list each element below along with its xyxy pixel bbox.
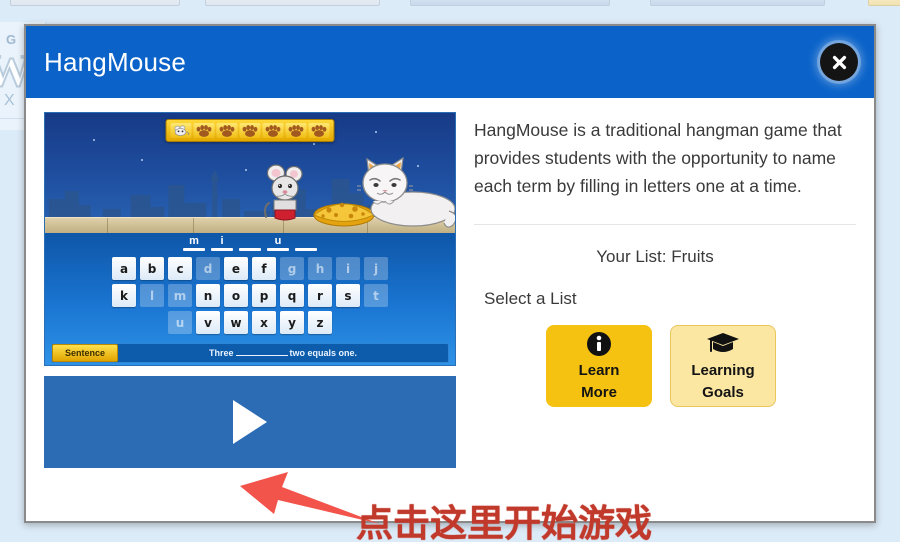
background-card: [650, 0, 825, 6]
learning-goals-line2: Goals: [702, 384, 744, 401]
word-slot: u: [267, 235, 289, 251]
paw-icon: [285, 123, 307, 138]
modal-body: mi u abcdefghijklmnopqrstuvwxyz Sentence…: [26, 98, 874, 521]
key-l[interactable]: l: [140, 284, 164, 307]
paw-icon: [193, 123, 215, 138]
key-r[interactable]: r: [308, 284, 332, 307]
sentence-text: Three two equals one.: [118, 348, 448, 358]
key-s[interactable]: s: [336, 284, 360, 307]
left-column: mi u abcdefghijklmnopqrstuvwxyz Sentence…: [44, 112, 456, 521]
key-v[interactable]: v: [196, 311, 220, 334]
graduation-cap-icon: [706, 330, 740, 358]
key-x[interactable]: x: [252, 311, 276, 334]
key-e[interactable]: e: [224, 257, 248, 280]
keyboard-row: uvwxyz: [45, 311, 455, 334]
keyboard-row: klmnopqrst: [45, 284, 455, 307]
key-z[interactable]: z: [308, 311, 332, 334]
paw-icon: [308, 123, 330, 138]
sentence-blank: [235, 348, 288, 356]
cat-character-icon: [357, 157, 455, 228]
sentence-button[interactable]: Sentence: [52, 344, 118, 362]
sentence-bar: Sentence Three two equals one.: [51, 343, 449, 363]
word-slot: m: [183, 235, 205, 251]
key-t[interactable]: t: [364, 284, 388, 307]
screen: G W X HangMouse: [0, 0, 900, 542]
mouse-character-icon: [264, 164, 303, 221]
key-q[interactable]: q: [280, 284, 304, 307]
key-y[interactable]: y: [280, 311, 304, 334]
right-column: HangMouse is a traditional hangman game …: [474, 112, 856, 521]
paw-icon: [262, 123, 284, 138]
sentence-suffix: two equals one.: [289, 348, 358, 358]
select-a-list-link[interactable]: Select a List: [474, 289, 856, 309]
background-card: [410, 0, 610, 6]
key-g[interactable]: g: [280, 257, 304, 280]
mouse-icon: [170, 123, 192, 138]
key-h[interactable]: h: [308, 257, 332, 280]
background-card: [10, 0, 180, 6]
game-description: HangMouse is a traditional hangman game …: [474, 120, 842, 196]
info-circle-icon: [586, 330, 612, 358]
key-n[interactable]: n: [196, 284, 220, 307]
your-list-label: Your List: Fruits: [596, 247, 714, 266]
close-x-icon: [832, 55, 846, 69]
play-triangle-icon: [233, 400, 267, 444]
learn-more-line2: More: [581, 384, 617, 401]
action-buttons: Learn More Learning Goals: [474, 325, 856, 407]
key-w[interactable]: w: [224, 311, 248, 334]
word-slot: [239, 235, 261, 251]
background-card: [205, 0, 380, 6]
key-p[interactable]: p: [252, 284, 276, 307]
key-j[interactable]: j: [364, 257, 388, 280]
learning-goals-button[interactable]: Learning Goals: [670, 325, 776, 407]
modal-header: HangMouse: [26, 26, 874, 98]
paw-icon: [216, 123, 238, 138]
word-display: mi u: [45, 235, 455, 251]
keyboard-row: abcdefghij: [45, 257, 455, 280]
key-b[interactable]: b: [140, 257, 164, 280]
key-a[interactable]: a: [112, 257, 136, 280]
key-i[interactable]: i: [336, 257, 360, 280]
learn-more-button[interactable]: Learn More: [546, 325, 652, 407]
keyboard-rows: abcdefghij klmnopqrst uvwxyz: [45, 257, 455, 338]
key-k[interactable]: k: [112, 284, 136, 307]
background-card: [868, 0, 900, 6]
key-m[interactable]: m: [168, 284, 192, 307]
background-logo-x: X: [4, 92, 15, 109]
play-button[interactable]: [44, 376, 456, 468]
key-o[interactable]: o: [224, 284, 248, 307]
paw-icon: [239, 123, 261, 138]
word-slot: [295, 235, 317, 251]
game-preview-image: mi u abcdefghijklmnopqrstuvwxyz Sentence…: [44, 112, 456, 366]
game-keyboard-area: mi u abcdefghijklmnopqrstuvwxyz Sentence…: [45, 233, 455, 365]
learn-more-line1: Learn: [578, 362, 620, 379]
annotation-text: 点击这里开始游戏: [356, 502, 652, 542]
lives-bar: [165, 119, 335, 142]
key-f[interactable]: f: [252, 257, 276, 280]
close-button[interactable]: [820, 43, 858, 81]
key-u[interactable]: u: [168, 311, 192, 334]
key-d[interactable]: d: [196, 257, 220, 280]
key-c[interactable]: c: [168, 257, 192, 280]
section-divider: [474, 224, 856, 225]
hangmouse-modal: HangMouse m i u a b c d e f g h i j k l …: [24, 24, 876, 523]
learning-goals-line1: Learning: [691, 362, 755, 379]
word-slot: i: [211, 235, 233, 251]
sentence-prefix: Three: [208, 348, 234, 358]
page-title: HangMouse: [44, 46, 186, 77]
